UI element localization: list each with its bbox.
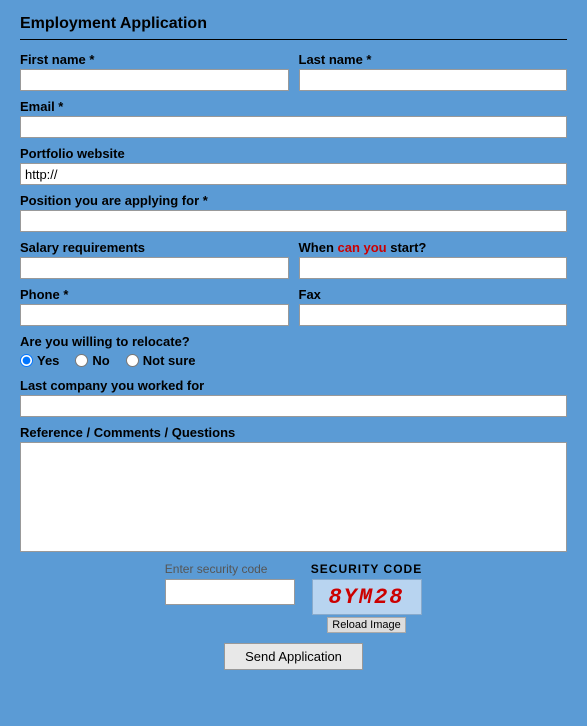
salary-label: Salary requirements (20, 240, 289, 255)
fax-group: Fax (299, 287, 568, 326)
last-company-input[interactable] (20, 395, 567, 417)
salary-group: Salary requirements (20, 240, 289, 279)
title-divider (20, 39, 567, 40)
last-name-input[interactable] (299, 69, 568, 91)
relocate-no-label: No (92, 353, 109, 368)
position-row: Position you are applying for * (20, 193, 567, 232)
relocate-not-sure-radio[interactable] (126, 354, 139, 367)
comments-textarea[interactable] (20, 442, 567, 552)
first-name-group: First name * (20, 52, 289, 91)
relocate-radio-group: Yes No Not sure (20, 353, 567, 370)
portfolio-label: Portfolio website (20, 146, 567, 161)
email-group: Email * (20, 99, 567, 138)
first-name-label: First name * (20, 52, 289, 67)
security-code-input[interactable] (165, 579, 295, 605)
when-label: When can you start? (299, 240, 568, 255)
relocate-label: Are you willing to relocate? (20, 334, 567, 349)
submit-section: Send Application (20, 643, 567, 670)
salary-when-row: Salary requirements When can you start? (20, 240, 567, 279)
last-name-group: Last name * (299, 52, 568, 91)
last-name-label: Last name * (299, 52, 568, 67)
when-input[interactable] (299, 257, 568, 279)
security-input-group: Enter security code (165, 562, 295, 605)
phone-input[interactable] (20, 304, 289, 326)
name-row: First name * Last name * (20, 52, 567, 91)
email-input[interactable] (20, 116, 567, 138)
first-name-input[interactable] (20, 69, 289, 91)
security-code-title: SECURITY CODE (311, 562, 422, 576)
position-label: Position you are applying for * (20, 193, 567, 208)
security-code-prompt: Enter security code (165, 562, 268, 576)
last-company-group: Last company you worked for (20, 378, 567, 417)
relocate-yes-radio[interactable] (20, 354, 33, 367)
captcha-image: 8YM28 (312, 579, 422, 615)
comments-group: Reference / Comments / Questions (20, 425, 567, 552)
last-company-label: Last company you worked for (20, 378, 567, 393)
relocate-yes-label: Yes (37, 353, 59, 368)
comments-row: Reference / Comments / Questions (20, 425, 567, 552)
captcha-group: SECURITY CODE 8YM28 Reload Image (311, 562, 422, 633)
position-group: Position you are applying for * (20, 193, 567, 232)
fax-input[interactable] (299, 304, 568, 326)
page-title: Employment Application (20, 15, 567, 33)
phone-group: Phone * (20, 287, 289, 326)
relocate-group: Are you willing to relocate? Yes No Not … (20, 334, 567, 370)
relocate-yes-option[interactable]: Yes (20, 353, 59, 368)
reload-captcha-button[interactable]: Reload Image (327, 617, 406, 633)
security-section: Enter security code SECURITY CODE 8YM28 … (20, 562, 567, 633)
relocate-not-sure-label: Not sure (143, 353, 196, 368)
relocate-row: Are you willing to relocate? Yes No Not … (20, 334, 567, 370)
when-group: When can you start? (299, 240, 568, 279)
last-company-row: Last company you worked for (20, 378, 567, 417)
portfolio-row: Portfolio website (20, 146, 567, 185)
position-input[interactable] (20, 210, 567, 232)
portfolio-input[interactable] (20, 163, 567, 185)
relocate-not-sure-option[interactable]: Not sure (126, 353, 196, 368)
fax-label: Fax (299, 287, 568, 302)
comments-label: Reference / Comments / Questions (20, 425, 567, 440)
relocate-no-radio[interactable] (75, 354, 88, 367)
relocate-no-option[interactable]: No (75, 353, 109, 368)
phone-label: Phone * (20, 287, 289, 302)
form-container: Employment Application First name * Last… (0, 0, 587, 690)
salary-input[interactable] (20, 257, 289, 279)
submit-button[interactable]: Send Application (224, 643, 363, 670)
phone-fax-row: Phone * Fax (20, 287, 567, 326)
email-row: Email * (20, 99, 567, 138)
portfolio-group: Portfolio website (20, 146, 567, 185)
email-label: Email * (20, 99, 567, 114)
when-highlight: can you (338, 240, 387, 255)
